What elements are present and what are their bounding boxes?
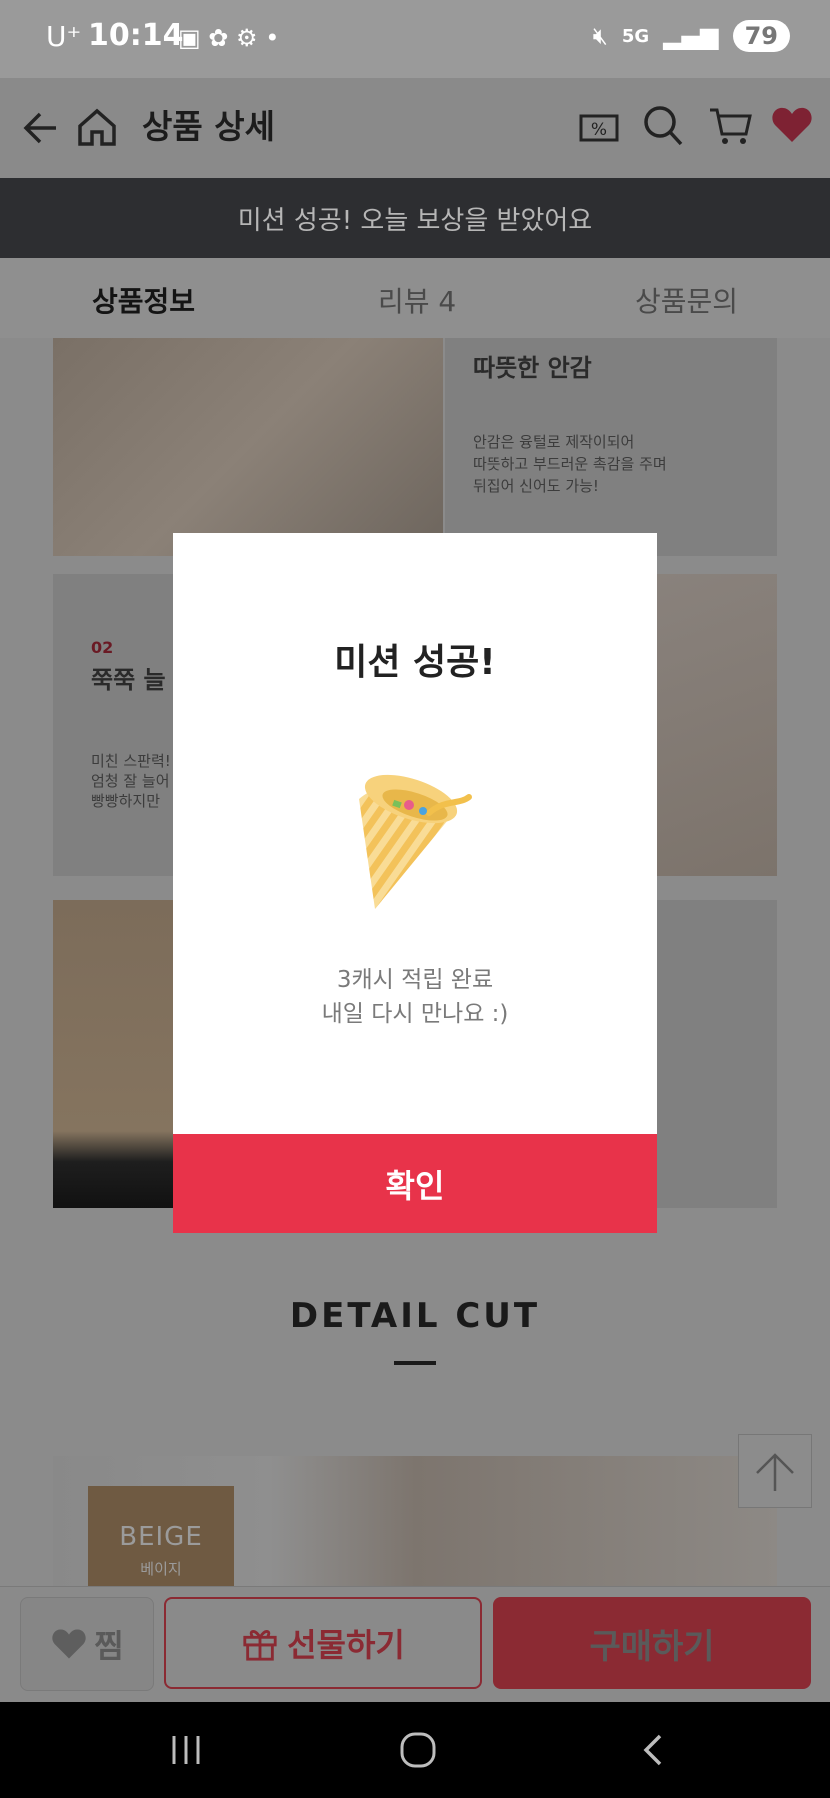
heart-icon	[52, 1629, 86, 1659]
like-label: 찜	[94, 1627, 124, 1665]
product-image-beige: BEIGE 베이지	[53, 1456, 777, 1588]
feature-desc: 미친 스판력!	[91, 752, 171, 770]
tab-inquiry[interactable]: 상품문의	[635, 280, 738, 320]
carrier-label: U⁺	[46, 20, 82, 53]
status-right-icons: 🔇︎ 5G ▂▄▆ 79	[593, 20, 790, 52]
party-popper-icon	[359, 774, 472, 909]
status-bar: U⁺ 10:14 ▣ ✿ ⚙ • 🔇︎ 5G ▂▄▆ 79	[0, 0, 830, 78]
modal-message-line: 내일 다시 만나요 :)	[321, 1001, 509, 1027]
bottom-action-bar: 찜 선물하기 구매하기	[0, 1586, 830, 1703]
back-nav-icon[interactable]	[636, 1732, 670, 1768]
feature-number: 02	[91, 638, 114, 657]
arrow-up-icon	[756, 1453, 794, 1491]
cart-icon[interactable]	[708, 104, 754, 148]
heading-underline	[394, 1361, 436, 1365]
coupon-icon[interactable]: %	[578, 108, 620, 148]
gift-button[interactable]: 선물하기	[164, 1597, 482, 1689]
feature-title: 따뜻한 안감	[473, 354, 592, 382]
feature-desc: 따뜻하고 부드러운 촉감을 주며	[473, 455, 667, 473]
modal-message-line: 3캐시 적립 완료	[336, 967, 494, 993]
detail-cut-heading: DETAIL CUT	[289, 1296, 541, 1336]
feature-desc: 뒤집어 신어도 가능!	[473, 477, 599, 495]
battery-indicator: 79	[732, 20, 790, 52]
svg-text:%: %	[591, 120, 607, 140]
notification-icons: ▣ ✿ ⚙ •	[178, 24, 280, 52]
buy-button[interactable]: 구매하기	[493, 1597, 811, 1689]
network-label: 5G	[621, 25, 650, 47]
modal-message: 3캐시 적립 완료 내일 다시 만나요 :)	[173, 963, 657, 1031]
mission-success-modal: 미션 성공! 3캐시 적립 완료 내일 다시 만나요 :) 확인	[173, 533, 657, 1233]
back-arrow-icon[interactable]	[18, 108, 58, 148]
modal-title: 미션 성공!	[334, 642, 496, 683]
product-tabs: 상품정보 리뷰 4 상품문의	[0, 258, 830, 339]
tab-product-info[interactable]: 상품정보	[92, 280, 195, 320]
wishlist-heart-icon[interactable]	[770, 104, 814, 146]
gift-icon	[243, 1630, 277, 1661]
feature-panel-1: 따뜻한 안감 안감은 융털로 제작이되어 따뜻하고 부드러운 촉감을 주며 뒤집…	[445, 338, 777, 556]
app-header: 상품 상세 %	[0, 78, 830, 178]
feature-desc: 빵빵하지만	[91, 792, 161, 810]
gift-label: 선물하기	[287, 1626, 405, 1664]
feature-desc: 안감은 융털로 제작이되어	[473, 433, 635, 451]
page-title: 상품 상세	[142, 107, 275, 146]
like-button[interactable]: 찜	[20, 1597, 154, 1691]
scroll-top-button[interactable]	[738, 1434, 812, 1508]
swatch-sublabel: 베이지	[140, 1560, 182, 1578]
recent-apps-icon[interactable]	[168, 1732, 204, 1768]
confirm-button[interactable]: 확인	[173, 1134, 657, 1233]
signal-icon: ▂▄▆	[663, 22, 719, 50]
clock: 10:14	[88, 18, 184, 53]
product-image-lining	[53, 338, 443, 556]
home-icon[interactable]	[76, 106, 118, 148]
swatch-label: BEIGE	[119, 1522, 203, 1552]
mute-icon: 🔇︎	[592, 22, 608, 50]
feature-desc: 엄청 잘 늘어	[91, 772, 170, 790]
tab-reviews[interactable]: 리뷰 4	[378, 280, 456, 320]
beige-swatch: BEIGE 베이지	[88, 1486, 234, 1588]
system-nav-bar	[0, 1702, 830, 1798]
feature-title: 쭉쭉 늘	[91, 666, 166, 694]
search-icon[interactable]	[642, 104, 684, 148]
home-nav-icon[interactable]	[398, 1730, 438, 1770]
mission-banner: 미션 성공! 오늘 보상을 받았어요	[0, 178, 830, 258]
